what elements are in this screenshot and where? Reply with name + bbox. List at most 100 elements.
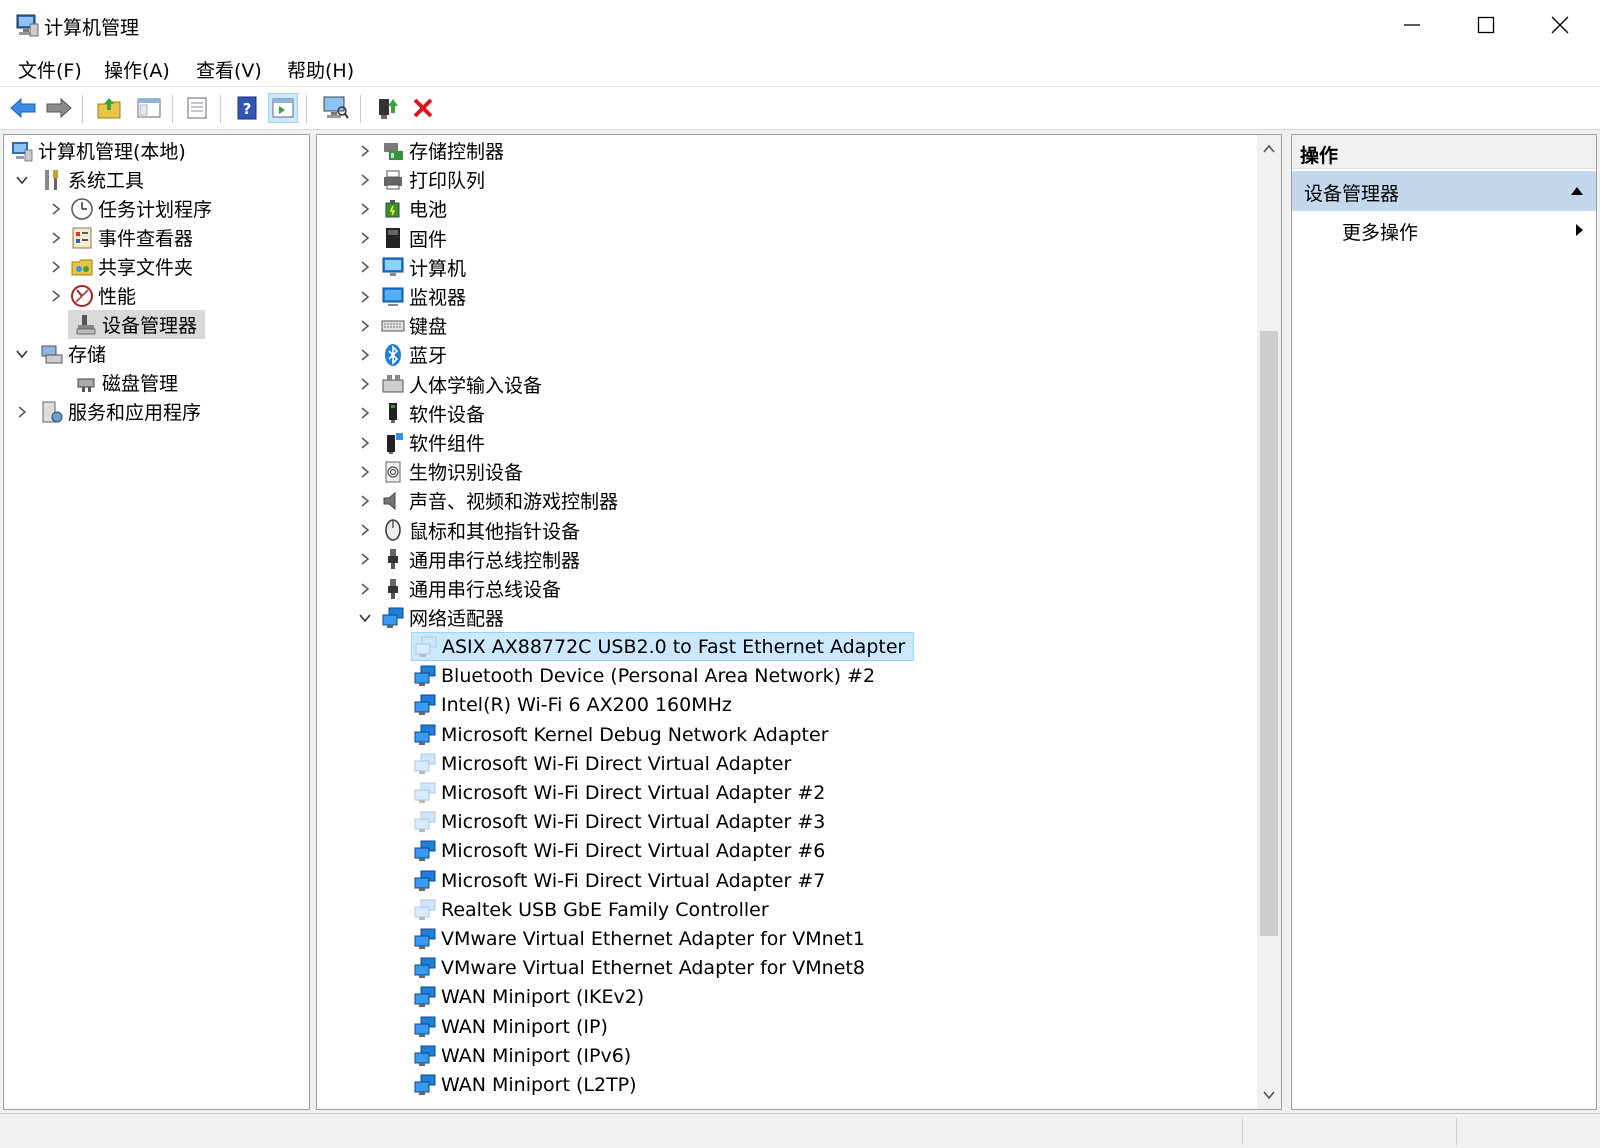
device-category[interactable]: 存储控制器 — [357, 136, 508, 165]
scrollbar-thumb[interactable] — [1260, 331, 1278, 936]
chevron-right-icon[interactable] — [357, 318, 373, 334]
network-adapter-item[interactable]: Bluetooth Device (Personal Area Network)… — [411, 662, 883, 691]
network-adapter-item[interactable]: Microsoft Kernel Debug Network Adapter — [411, 720, 837, 749]
network-adapter-item[interactable]: Realtek USB GbE Family Controller — [411, 895, 777, 924]
network-adapter-item[interactable]: Microsoft Wi-Fi Direct Virtual Adapter #… — [411, 837, 833, 866]
minimize-button[interactable] — [1375, 0, 1449, 50]
chevron-right-icon[interactable] — [357, 493, 373, 509]
show-hide-action-pane-button[interactable] — [268, 93, 298, 123]
device-category[interactable]: 人体学输入设备 — [357, 370, 546, 399]
scan-hardware-button[interactable] — [320, 93, 350, 123]
show-hide-console-tree-button[interactable] — [134, 93, 164, 123]
device-category[interactable]: 通用串行总线设备 — [357, 574, 565, 603]
help-button[interactable]: ? — [232, 93, 262, 123]
chevron-down-icon[interactable] — [14, 172, 30, 188]
forward-button[interactable] — [44, 93, 74, 123]
scroll-down-icon[interactable] — [1261, 1087, 1277, 1103]
network-adapter-item[interactable]: ASIX AX88772C USB2.0 to Fast Ethernet Ad… — [411, 632, 915, 662]
chevron-right-icon[interactable] — [48, 288, 64, 304]
device-category[interactable]: 软件设备 — [357, 399, 489, 428]
network-adapter-item[interactable]: WAN Miniport (IP) — [411, 1012, 616, 1041]
submenu-arrow-icon[interactable] — [1574, 223, 1584, 237]
network-adapter-item[interactable]: WAN Miniport (L2TP) — [411, 1070, 645, 1099]
device-category[interactable]: 固件 — [357, 224, 451, 253]
computer-management-icon — [10, 139, 34, 163]
chevron-right-icon[interactable] — [357, 376, 373, 392]
device-category[interactable]: 电池 — [357, 194, 451, 223]
device-category[interactable]: 软件组件 — [357, 428, 489, 457]
device-category-label: 打印队列 — [409, 170, 486, 193]
chevron-right-icon[interactable] — [357, 172, 373, 188]
network-adapter-item[interactable]: Microsoft Wi-Fi Direct Virtual Adapter #… — [411, 866, 833, 895]
update-driver-button[interactable] — [372, 93, 402, 123]
properties-button[interactable] — [182, 93, 212, 123]
chevron-right-icon[interactable] — [357, 289, 373, 305]
device-tree-pane[interactable]: 存储控制器 打印队列 电池 固件 计算机 监视器 键盘 蓝牙 人体学输入设备 软… — [316, 134, 1282, 1110]
up-level-button[interactable] — [94, 93, 124, 123]
device-category[interactable]: 生物识别设备 — [357, 457, 527, 486]
chevron-right-icon[interactable] — [357, 201, 373, 217]
menu-help[interactable]: 帮助(H) — [287, 56, 354, 83]
chevron-right-icon[interactable] — [14, 404, 30, 420]
chevron-down-icon[interactable] — [357, 610, 373, 626]
device-category[interactable]: 监视器 — [357, 282, 470, 311]
more-actions-item[interactable]: 更多操作 — [1342, 218, 1418, 245]
vertical-scrollbar[interactable] — [1257, 135, 1281, 1109]
tree-item-label: 服务和应用程序 — [68, 402, 202, 424]
tree-item-disk-management[interactable]: 磁盘管理 — [68, 368, 182, 397]
console-tree-pane[interactable]: 计算机管理(本地) 系统工具 任务计划程序 事件查看器 共享文件夹 性能 设备管… — [3, 134, 310, 1110]
device-category[interactable]: 通用串行总线控制器 — [357, 545, 584, 574]
tree-item-services-apps[interactable]: 服务和应用程序 — [14, 397, 205, 426]
actions-section-device-manager[interactable]: 设备管理器 — [1292, 171, 1596, 211]
menu-file[interactable]: 文件(F) — [18, 56, 82, 83]
chevron-right-icon[interactable] — [357, 581, 373, 597]
chevron-right-icon[interactable] — [357, 551, 373, 567]
network-adapter-label: ASIX AX88772C USB2.0 to Fast Ethernet Ad… — [442, 635, 906, 658]
chevron-right-icon[interactable] — [357, 464, 373, 480]
tree-item-shared-folders[interactable]: 共享文件夹 — [48, 252, 197, 281]
chevron-right-icon[interactable] — [357, 143, 373, 159]
chevron-right-icon[interactable] — [357, 259, 373, 275]
tree-item-device-manager[interactable]: 设备管理器 — [68, 310, 206, 339]
collapse-up-icon[interactable] — [1570, 185, 1584, 197]
tree-item-event-viewer[interactable]: 事件查看器 — [48, 223, 197, 252]
device-category[interactable]: 声音、视频和游戏控制器 — [357, 486, 622, 515]
tree-item-label: 磁盘管理 — [102, 373, 179, 395]
chevron-right-icon[interactable] — [48, 201, 64, 217]
uninstall-device-button[interactable] — [408, 93, 438, 123]
close-button[interactable] — [1523, 0, 1597, 50]
chevron-right-icon[interactable] — [357, 347, 373, 363]
tree-item-system-tools[interactable]: 系统工具 — [14, 165, 148, 194]
network-adapter-item[interactable]: Microsoft Wi-Fi Direct Virtual Adapter #… — [411, 778, 833, 807]
tree-item-root[interactable]: 计算机管理(本地) — [10, 136, 190, 165]
network-adapter-item[interactable]: WAN Miniport (IPv6) — [411, 1041, 639, 1070]
chevron-right-icon[interactable] — [357, 405, 373, 421]
scroll-up-icon[interactable] — [1261, 141, 1277, 157]
device-category[interactable]: 蓝牙 — [357, 340, 451, 369]
chevron-right-icon[interactable] — [48, 230, 64, 246]
menu-action[interactable]: 操作(A) — [104, 56, 170, 83]
chevron-right-icon[interactable] — [357, 522, 373, 538]
tree-item-task-scheduler[interactable]: 任务计划程序 — [48, 194, 216, 223]
chevron-down-icon[interactable] — [14, 346, 30, 362]
device-category[interactable]: 打印队列 — [357, 165, 489, 194]
back-button[interactable] — [8, 93, 38, 123]
maximize-button[interactable] — [1449, 0, 1523, 50]
chevron-right-icon[interactable] — [48, 259, 64, 275]
network-adapter-item[interactable]: WAN Miniport (IKEv2) — [411, 983, 652, 1012]
chevron-right-icon[interactable] — [357, 435, 373, 451]
network-adapter-item[interactable]: VMware Virtual Ethernet Adapter for VMne… — [411, 954, 873, 983]
device-category-label: 软件设备 — [409, 403, 486, 426]
tree-item-performance[interactable]: 性能 — [48, 281, 140, 310]
device-category[interactable]: 键盘 — [357, 311, 451, 340]
network-adapter-item[interactable]: VMware Virtual Ethernet Adapter for VMne… — [411, 924, 873, 953]
network-adapter-item[interactable]: Microsoft Wi-Fi Direct Virtual Adapter #… — [411, 808, 833, 837]
device-category[interactable]: 鼠标和其他指针设备 — [357, 516, 584, 545]
device-category[interactable]: 计算机 — [357, 253, 470, 282]
chevron-right-icon[interactable] — [357, 230, 373, 246]
tree-item-storage[interactable]: 存储 — [14, 339, 110, 368]
menu-view[interactable]: 查看(V) — [196, 56, 262, 83]
network-adapter-item[interactable]: Intel(R) Wi-Fi 6 AX200 160MHz — [411, 691, 740, 720]
device-category-network-adapters[interactable]: 网络适配器 — [357, 603, 508, 632]
network-adapter-item[interactable]: Microsoft Wi-Fi Direct Virtual Adapter — [411, 749, 799, 778]
